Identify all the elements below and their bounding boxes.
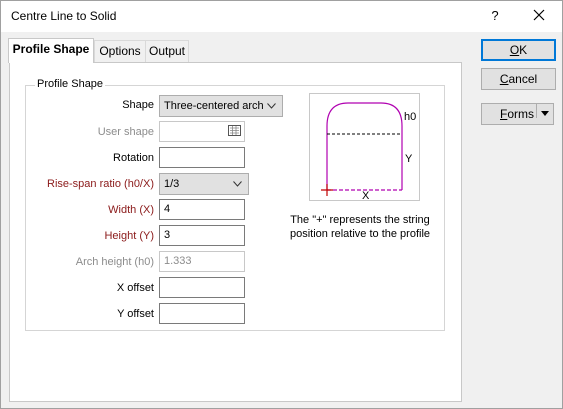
rotation-label: Rotation bbox=[113, 152, 154, 164]
width-field[interactable]: 4 bbox=[159, 199, 245, 220]
close-icon bbox=[533, 9, 545, 21]
form-picker-icon[interactable] bbox=[228, 125, 241, 136]
tab-output[interactable]: Output bbox=[145, 40, 189, 62]
rise-span-select[interactable]: 1/3 bbox=[159, 173, 249, 195]
ok-button[interactable]: OK bbox=[481, 39, 556, 61]
close-button[interactable] bbox=[521, 4, 557, 28]
user-shape-label: User shape bbox=[97, 126, 154, 138]
tab-profile-shape[interactable]: Profile Shape bbox=[8, 38, 94, 63]
dialog-window: Centre Line to Solid ? Profile Shape Opt… bbox=[0, 0, 563, 409]
help-button[interactable]: ? bbox=[483, 6, 507, 28]
tab-panel-profile-shape: Profile Shape Shape Three-centered arch … bbox=[9, 62, 462, 402]
title-bar: Centre Line to Solid ? bbox=[1, 1, 562, 32]
y-offset-label: Y offset bbox=[117, 308, 154, 320]
arch-height-value: 1.333 bbox=[164, 255, 192, 267]
cancel-label: ancel bbox=[508, 72, 538, 86]
cancel-button[interactable]: Cancel bbox=[481, 68, 556, 90]
rise-span-label: Rise-span ratio (h0/X) bbox=[47, 178, 154, 190]
ok-hotkey: O bbox=[509, 43, 520, 57]
y-label: Y bbox=[405, 153, 413, 165]
shape-value: Three-centered arch bbox=[164, 100, 264, 112]
window-title: Centre Line to Solid bbox=[11, 9, 117, 23]
chevron-down-icon bbox=[233, 181, 242, 187]
tab-label: Profile Shape bbox=[12, 42, 90, 56]
h0-label: h0 bbox=[404, 111, 416, 123]
width-value: 4 bbox=[164, 203, 171, 215]
width-label: Width (X) bbox=[108, 204, 154, 216]
arch-height-field: 1.333 bbox=[159, 251, 245, 272]
tab-label: Options bbox=[99, 44, 141, 58]
x-label: X bbox=[362, 190, 370, 200]
height-field[interactable]: 3 bbox=[159, 225, 245, 246]
rise-span-value: 1/3 bbox=[164, 178, 180, 190]
user-shape-field[interactable] bbox=[159, 121, 245, 142]
height-value: 3 bbox=[164, 229, 171, 241]
tab-options[interactable]: Options bbox=[94, 40, 146, 62]
string-position-marker bbox=[321, 184, 333, 196]
group-label: Profile Shape bbox=[35, 78, 106, 90]
chevron-down-icon bbox=[267, 103, 276, 109]
arch-height-label: Arch height (h0) bbox=[75, 256, 154, 268]
forms-label: orms bbox=[507, 107, 535, 121]
shape-select[interactable]: Three-centered arch bbox=[159, 95, 283, 117]
ok-label: K bbox=[519, 43, 528, 57]
y-offset-field[interactable] bbox=[159, 303, 245, 324]
help-icon: ? bbox=[491, 8, 499, 23]
profile-diagram: h0 Y X bbox=[321, 102, 416, 202]
arch-outline bbox=[326, 102, 403, 190]
x-offset-label: X offset bbox=[116, 282, 154, 294]
preview-description: The "+" represents the string position r… bbox=[289, 214, 431, 240]
forms-dropdown-icon[interactable] bbox=[541, 111, 549, 116]
shape-label: Shape bbox=[122, 99, 154, 111]
forms-divider bbox=[536, 104, 537, 118]
height-label: Height (Y) bbox=[104, 230, 154, 242]
tab-label: Output bbox=[148, 44, 186, 58]
rotation-field[interactable] bbox=[159, 147, 245, 168]
profile-preview: h0 Y X bbox=[309, 93, 420, 202]
x-offset-field[interactable] bbox=[159, 277, 245, 298]
